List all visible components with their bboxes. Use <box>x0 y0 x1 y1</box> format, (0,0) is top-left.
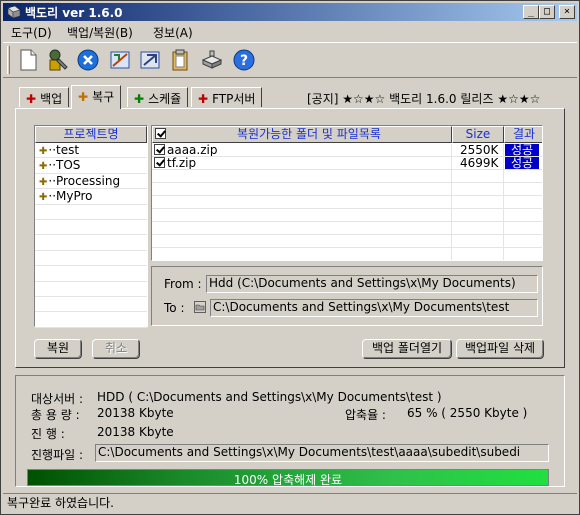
menu-backup-restore[interactable]: 백업/복원(B) <box>67 24 133 41</box>
list-item[interactable]: ✚··MyPro <box>35 189 147 205</box>
compression-ratio-label: 압축율 : <box>345 408 386 422</box>
row-checkbox[interactable] <box>154 144 165 155</box>
progress-text: 100% 압축해제 완료 <box>233 473 343 487</box>
clipboard-icon[interactable] <box>167 47 193 73</box>
from-label: From : <box>164 277 202 291</box>
delete-backup-file-button[interactable]: 백업파일 삭제 <box>456 339 544 359</box>
plus-icon: ✚ <box>198 92 209 106</box>
list-item-empty <box>35 205 147 220</box>
project-list-header[interactable]: 프로젝트명 <box>35 126 147 143</box>
current-file-field: C:\Documents and Settings\x\My Documents… <box>95 444 549 462</box>
select-all-checkbox[interactable] <box>155 128 166 139</box>
tab-backup[interactable]: ✚ 백업 <box>19 87 70 107</box>
list-item[interactable]: ✚··Processing <box>35 174 147 190</box>
title-bar[interactable]: 백도리 ver 1.6.0 _ □ × <box>3 3 577 21</box>
total-size-value: 20138 Kbyte <box>97 406 174 420</box>
folder-browse-icon[interactable] <box>194 301 206 313</box>
compression-ratio-value: 65 % ( 2550 Kbyte ) <box>407 406 528 420</box>
maximize-button[interactable]: □ <box>539 5 555 19</box>
restore-button[interactable]: 복원 <box>34 339 82 359</box>
new-document-icon[interactable] <box>15 47 41 73</box>
expand-icon[interactable]: ✚ <box>39 146 47 157</box>
tab-restore-label: 복구 <box>92 90 115 104</box>
restorable-files-table[interactable]: 복원가능한 폴더 및 파일목록 Size 결과 aaaa.zip 2550K 성… <box>151 125 543 261</box>
network-drive-icon[interactable] <box>199 47 225 73</box>
settings-wrench-icon[interactable] <box>45 47 71 73</box>
column-header-name[interactable]: 복원가능한 폴더 및 파일목록 <box>152 126 452 143</box>
project-list[interactable]: 프로젝트명 ✚··test ✚··TOS ✚··Processing ✚··My… <box>34 125 148 328</box>
plus-icon: ✚ <box>78 90 89 104</box>
cancel-button[interactable]: 취소 <box>92 339 140 359</box>
main-window: 백도리 ver 1.6.0 _ □ × 도구(D) 백업/복원(B) 정보(A) <box>0 0 580 515</box>
open-backup-folder-button[interactable]: 백업 폴더열기 <box>362 339 452 359</box>
toolbar-grip[interactable] <box>7 46 10 74</box>
list-item-empty <box>35 251 147 267</box>
column-header-size[interactable]: Size <box>452 126 504 143</box>
minimize-button[interactable]: _ <box>523 5 539 19</box>
table-row[interactable]: aaaa.zip 2550K 성공 <box>152 144 542 157</box>
list-item-empty <box>35 235 147 251</box>
plus-icon: ✚ <box>134 92 145 106</box>
stop-icon[interactable] <box>75 47 101 73</box>
tab-restore[interactable]: ✚ 복구 <box>71 85 122 109</box>
list-item-empty <box>35 220 147 236</box>
plus-icon: ✚ <box>26 92 37 106</box>
menu-tools[interactable]: 도구(D) <box>11 24 52 41</box>
current-file-label: 진행파일 : <box>31 448 84 462</box>
status-bar: 복구완료 하였습니다. <box>3 493 577 513</box>
total-size-label: 총 용 량 : <box>31 408 80 422</box>
tab-ftp-server-label: FTP서버 <box>212 92 256 106</box>
from-field: Hdd (C:\Documents and Settings\x\My Docu… <box>206 275 538 293</box>
tab-ftp-server[interactable]: ✚ FTP서버 <box>191 87 263 107</box>
expand-icon[interactable]: ✚ <box>39 161 47 172</box>
backup-run-icon[interactable] <box>107 47 133 73</box>
row-checkbox[interactable] <box>154 157 165 168</box>
restore-icon[interactable] <box>137 47 163 73</box>
list-item-empty <box>35 297 147 313</box>
toolbar: ? <box>3 42 577 78</box>
tab-schedule[interactable]: ✚ 스케쥴 <box>127 87 189 107</box>
tab-schedule-label: 스케쥴 <box>148 92 182 106</box>
help-icon[interactable]: ? <box>231 47 257 73</box>
progress-bar: 100% 압축해제 완료 <box>27 469 549 487</box>
expand-icon[interactable]: ✚ <box>39 177 47 188</box>
list-item-empty <box>35 266 147 282</box>
svg-text:?: ? <box>240 53 248 69</box>
list-item-empty <box>35 282 147 297</box>
notice-text: [공지] ★☆★☆ 백도리 1.6.0 릴리즈 ★☆★☆ <box>307 92 541 106</box>
column-header-result[interactable]: 결과 <box>504 126 542 143</box>
to-label: To : <box>164 301 185 315</box>
from-to-group: From : Hdd (C:\Documents and Settings\x\… <box>151 266 543 326</box>
target-server-value: HDD ( C:\Documents and Settings\x\My Doc… <box>97 390 442 404</box>
table-row[interactable]: tf.zip 4699K 성공 <box>152 157 542 170</box>
list-item-empty <box>35 312 147 328</box>
to-field[interactable]: C:\Documents and Settings\x\My Documents… <box>210 299 538 317</box>
menu-bar: 도구(D) 백업/복원(B) 정보(A) <box>3 22 577 41</box>
list-item[interactable]: ✚··TOS <box>35 158 147 174</box>
close-button[interactable]: × <box>559 5 575 19</box>
target-server-label: 대상서버 : <box>31 392 84 406</box>
app-logo-icon <box>7 5 21 19</box>
tab-backup-label: 백업 <box>40 92 63 106</box>
window-title: 백도리 ver 1.6.0 <box>25 6 123 20</box>
status-badge: 성공 <box>505 157 540 169</box>
progress-amount-label: 진 행 : <box>31 427 65 441</box>
expand-icon[interactable]: ✚ <box>39 192 47 203</box>
status-badge: 성공 <box>505 144 540 156</box>
list-item[interactable]: ✚··test <box>35 143 147 159</box>
progress-amount-value: 20138 Kbyte <box>97 425 174 439</box>
menu-info[interactable]: 정보(A) <box>153 24 193 41</box>
